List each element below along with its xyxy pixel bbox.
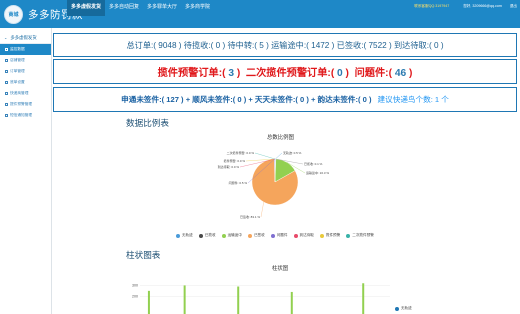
pie-legend-item[interactable]: 运输途中 [221,233,242,238]
bar-legend: 无轨迹 [395,306,412,311]
sidebar-item-monitor[interactable]: 监控数据 [0,44,51,55]
pie-section-title: 数据比例表 [126,118,169,128]
pie-chart-title: 总数比例图 [267,135,294,141]
legend-dot-icon [293,233,298,238]
pie-legend-label: 已签收 [253,233,265,237]
top-nav: 多多虚假发货 多多自动回复 多多罪单大厅 多多商学院 [67,0,214,16]
logo-badge-icon: 商城 [4,4,23,24]
pie-legend-item[interactable]: 到达待取 [293,233,314,238]
contact-link[interactable]: 联系客服QQ:3197947 [414,4,449,9]
sidebar-item-label: 监控数据 [10,47,25,51]
sidebar-item-base-settings[interactable]: 底单设置 [0,77,51,88]
legend-dot-icon [346,233,351,238]
bar-y-tick-label: 300 [132,283,138,287]
order-stats-text: 总订单:( 9048 ) 待揽收:( 0 ) 待中转:( 5 ) 运输途中:( … [126,41,444,50]
pie-label: 问题件: 0.5 % [229,180,248,185]
second-pickup-warning-stat[interactable]: 二次揽件预警订单:( 0 ) [246,64,349,79]
pie-legend-label: 问题件 [276,233,288,237]
bar-y-tick-label: 200 [132,294,138,298]
pie-legend-item[interactable]: 揽件预警 [319,233,341,238]
pie-label: 已签收: 83.1 % [240,214,260,219]
pie-label: 二次揽件预警: 0.0 % [227,150,255,155]
logout-link[interactable]: 退出 [510,4,517,9]
topnav-item-hall[interactable]: 多多罪单大厅 [143,0,181,16]
sidebar: ⌄ 多多虚假发货 监控数据 店铺管理 订单管理 底单设置 快递商管理 提件预警管… [0,28,52,314]
pie-legend-label: 运输途中 [227,233,242,237]
pie-legend-item[interactable]: 二次揽件预警 [346,233,374,238]
pie-legend-label: 二次揽件预警 [352,233,374,237]
bar-8[interactable] [290,291,293,314]
pie-label: 已揽收: 0.1 % [304,161,323,166]
header-user-area: 联系客服QQ:3197947 您好, 3209666@qq.com 退出 [414,4,517,9]
pie-label: 到达待取: 0.0 % [218,164,240,169]
warning-stats-panel: 揽件预警订单:( 3 ) 二次揽件预警订单:( 0 ) 问题件:( 46 ) [53,59,517,84]
suggested-kdniao-link[interactable]: 建议快递鸟个数: 1 个 [378,94,449,105]
bar-12[interactable] [362,283,365,314]
pie-chart: 二次揽件预警: 0.0 % 揽件预警: 0.0 %到达待取: 0.0 % 问题件: … [218,150,330,219]
bar-legend-label: 无轨迹 [401,306,412,310]
pie-legend-label: 到达待取 [299,233,314,237]
square-bullet-icon [5,70,8,73]
topnav-item-fake-shipping[interactable]: 多多虚假发货 [67,0,106,16]
sidebar-item-sms[interactable]: 短信通知管理 [0,110,51,121]
pie-legend: 无轨迹 已揽收 运输途中 已签收 问题件 到达待取 揽件预警 二次揽件预警 [176,233,380,238]
pie-legend-label: 揽件预警 [325,233,341,237]
sidebar-item-orders[interactable]: 订单管理 [0,66,51,77]
sidebar-item-pickup-warnings[interactable]: 提件预警管理 [0,99,51,110]
bar-0[interactable] [147,290,150,314]
sidebar-item-label: 订单管理 [10,69,25,73]
bar-chart-title: 柱状图 [272,266,289,272]
sidebar-item-label: 快递商管理 [10,91,29,95]
user-greeting: 您好, 3209666@qq.com [463,4,502,8]
square-bullet-icon [5,81,8,84]
legend-dot-icon [319,233,324,238]
pie-legend-label: 无轨迹 [182,233,193,237]
sidebar-item-label: 底单设置 [10,80,25,84]
pie-legend-item[interactable]: 问题件 [270,233,288,238]
pie-label-leader [275,152,283,160]
order-stats-panel: 总订单:( 9048 ) 待揽收:( 0 ) 待中转:( 5 ) 运输途中:( … [53,33,517,57]
bar-2[interactable] [183,285,186,314]
legend-dot-icon [395,306,399,311]
legend-dot-icon [221,233,226,238]
legend-dot-icon [198,233,203,238]
pie-label: 揽件预警: 0.0 % [224,158,246,163]
top-bar: 商城 多多防罚款 多多虚假发货 多多自动回复 多多罪单大厅 多多商学院 联系客服… [0,0,520,28]
pickup-warning-stat[interactable]: 揽件预警订单:( 3 ) [158,64,241,79]
pie-label: 运输途中: 16.3 % [306,170,329,175]
topnav-item-auto-reply[interactable]: 多多自动回复 [105,0,143,16]
pie-legend-item[interactable]: 已签收 [247,233,265,238]
topnav-item-academy[interactable]: 多多商学院 [181,0,214,16]
pie-label-leader [260,202,264,218]
pie-legend-item[interactable]: 无轨迹 [176,233,193,238]
sidebar-heading-label: 多多虚假发货 [10,34,37,40]
bar-5[interactable] [237,286,240,314]
courier-unsigned-text: 申通未签件:( 127 ) + 顺风未签件:( 0 ) + 天天未签件:( 0 … [121,95,372,104]
sidebar-item-label: 提件预警管理 [10,102,33,106]
sidebar-item-couriers[interactable]: 快递商管理 [0,88,51,99]
sidebar-item-label: 短信通知管理 [10,113,33,117]
pie-legend-item[interactable]: 已揽收 [198,233,216,238]
square-bullet-icon [5,114,8,117]
sidebar-item-label: 店铺管理 [10,58,25,62]
bar-section-title: 柱状图表 [126,250,161,260]
courier-unsigned-panel: 申通未签件:( 127 ) + 顺风未签件:( 0 ) + 天天未签件:( 0 … [53,87,517,112]
bar-chart: 300 200 [132,283,390,314]
chevron-down-icon: ⌄ [4,35,8,40]
square-bullet-icon [5,103,8,106]
legend-dot-icon [270,233,275,238]
problem-items-stat[interactable]: 问题件:( 46 ) [355,64,413,79]
square-bullet-icon [5,59,8,62]
square-bullet-icon [5,92,8,95]
sidebar-heading[interactable]: ⌄ 多多虚假发货 [0,32,51,44]
sidebar-item-shops[interactable]: 店铺管理 [0,55,51,66]
pie-legend-label: 已揽收 [204,233,216,237]
logo-mark: 商城 [8,11,19,18]
legend-dot-icon [176,233,180,238]
pie-label-leader [254,152,276,160]
pie-label: 无轨迹: 0.5 % [283,150,302,155]
legend-dot-icon [247,233,252,238]
square-bullet-icon [5,48,8,51]
